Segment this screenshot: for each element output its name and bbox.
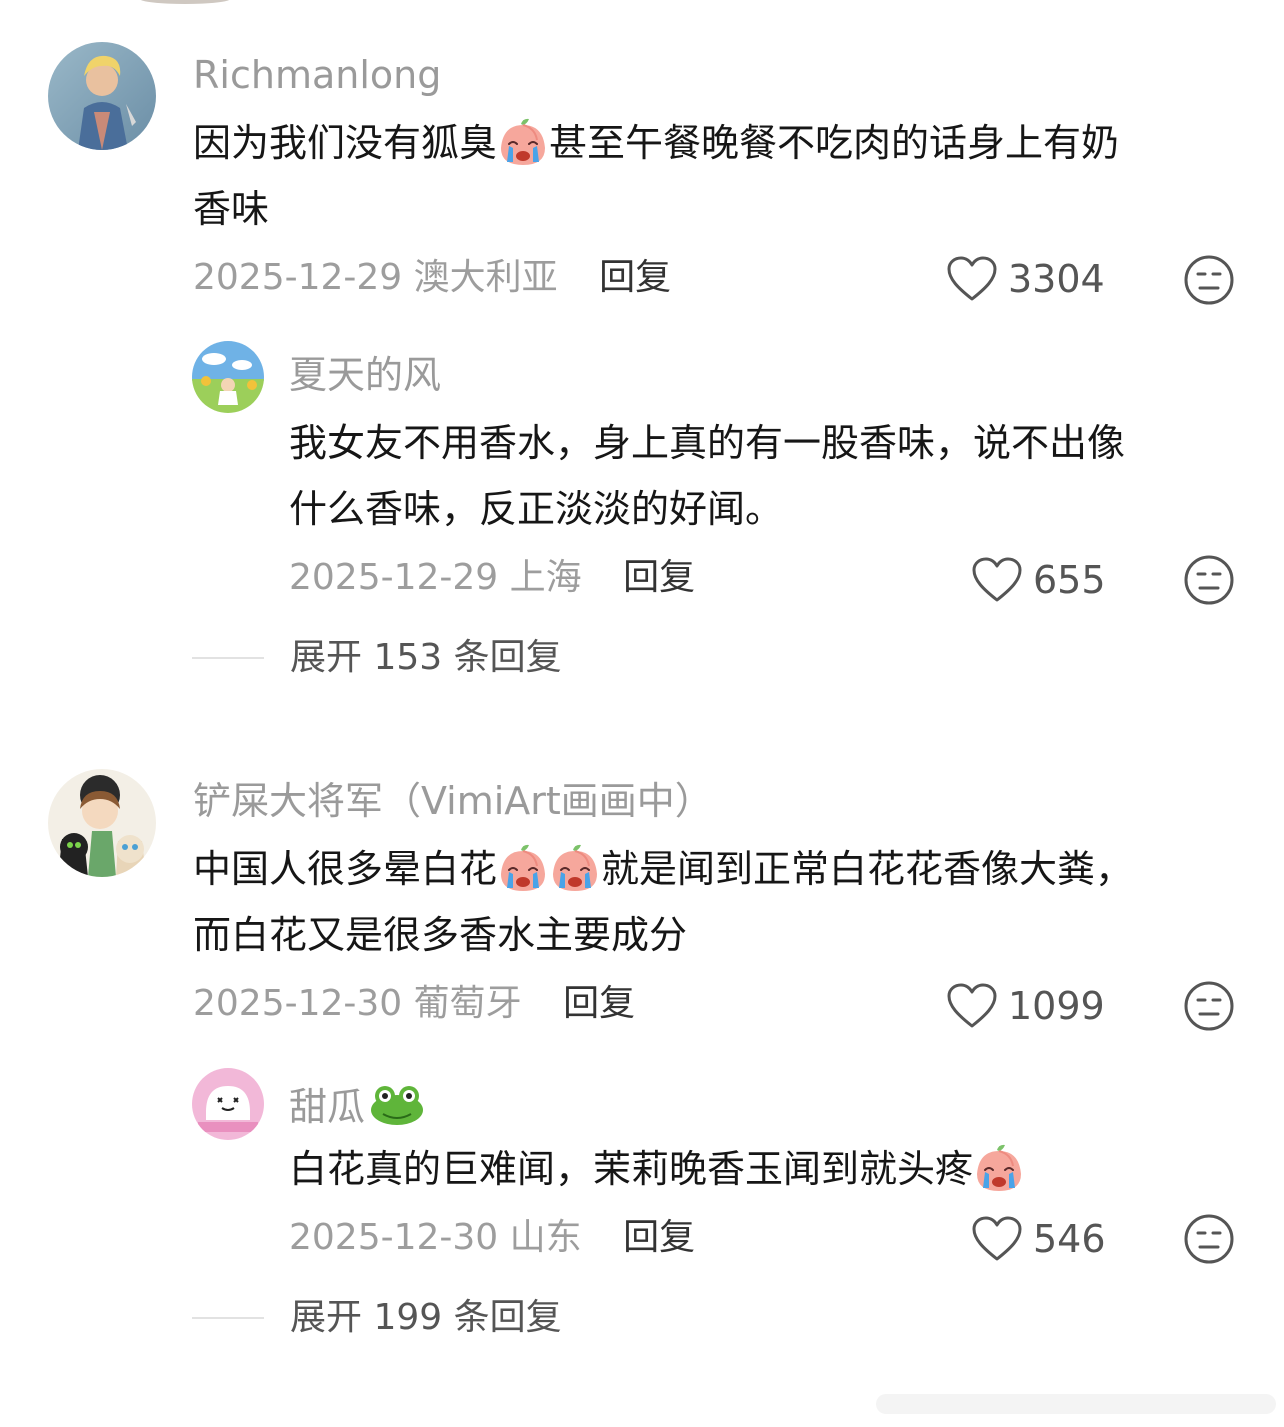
reply-button[interactable]: 回复 (623, 557, 695, 598)
like-button[interactable]: 546 (971, 1214, 1106, 1264)
crying-peach-emoji-icon (497, 116, 549, 168)
reply-location: 上海 (509, 557, 582, 598)
dislike-button[interactable] (1183, 254, 1235, 306)
frog-face-emoji-icon (369, 1082, 425, 1126)
unamused-face-icon (1183, 980, 1235, 1032)
like-button[interactable]: 655 (971, 555, 1106, 605)
dislike-button[interactable] (1183, 554, 1235, 606)
expand-replies-label: 展开 199 条回复 (290, 1297, 562, 1338)
reply-button[interactable]: 回复 (599, 257, 671, 298)
username[interactable]: 夏天的风 (289, 356, 441, 394)
divider-line (192, 657, 264, 659)
comment-meta: 2025-12-29 澳大利亚 回复 (193, 260, 671, 296)
reply-meta: 2025-12-29 上海 回复 (289, 560, 695, 596)
like-button[interactable]: 3304 (946, 254, 1105, 304)
unamused-face-icon (1183, 554, 1235, 606)
like-count: 3304 (1008, 257, 1105, 301)
dislike-button[interactable] (1183, 980, 1235, 1032)
crying-peach-emoji-icon (973, 1142, 1025, 1194)
comment-date: 2025-12-29 (193, 257, 403, 298)
dislike-button[interactable] (1183, 1213, 1235, 1265)
comment-meta: 2025-12-30 葡萄牙 回复 (193, 986, 635, 1022)
comment-date: 2025-12-30 (193, 983, 403, 1024)
like-button[interactable]: 1099 (946, 981, 1105, 1031)
comment-location: 澳大利亚 (413, 257, 558, 298)
unamused-face-icon (1183, 1213, 1235, 1265)
username[interactable]: 铲屎大将军（VimiArt画画中） (193, 782, 713, 820)
expand-replies-label: 展开 153 条回复 (290, 637, 562, 678)
unamused-face-icon (1183, 254, 1235, 306)
username[interactable]: Richmanlong (193, 56, 441, 94)
previous-avatar-edge (140, 0, 230, 4)
reply-date: 2025-12-30 (289, 1217, 499, 1258)
crying-peach-emoji-icon (497, 842, 549, 894)
reply-text: 我女友不用香水，身上真的有一股香味，说不出像 什么香味，反正淡淡的好闻。 (289, 421, 1126, 531)
comment-text: 因为我们没有狐臭 甚至午餐晚餐不吃肉的话身上有奶 香味 (193, 110, 1233, 242)
comment-location: 葡萄牙 (413, 983, 522, 1024)
avatar[interactable] (48, 42, 156, 150)
reply-text: 白花真的巨难闻，茉莉晚香玉闻到就头疼 (289, 1136, 1239, 1202)
reply-date: 2025-12-29 (289, 557, 499, 598)
comment-text: 中国人很多晕白花 就是闻到正常白花花香像大粪， 而白花又是很多香水主要成分 (193, 836, 1233, 968)
reply-button[interactable]: 回复 (623, 1217, 695, 1258)
avatar[interactable] (48, 769, 156, 877)
avatar[interactable] (192, 341, 264, 413)
like-count: 655 (1033, 558, 1106, 602)
like-count: 1099 (1008, 984, 1105, 1028)
expand-replies-button[interactable]: 展开 199 条回复 (192, 1298, 562, 1338)
divider-line (192, 1317, 264, 1319)
crying-peach-emoji-icon (549, 842, 601, 894)
reply-meta: 2025-12-30 山东 回复 (289, 1220, 695, 1256)
reply-button[interactable]: 回复 (563, 983, 635, 1024)
reply-location: 山东 (509, 1217, 582, 1258)
expand-replies-button[interactable]: 展开 153 条回复 (192, 638, 562, 678)
heart-icon (971, 556, 1023, 604)
username[interactable]: 甜瓜 (289, 1082, 425, 1126)
heart-icon (971, 1215, 1023, 1263)
heart-icon (946, 982, 998, 1030)
heart-icon (946, 255, 998, 303)
like-count: 546 (1033, 1217, 1106, 1261)
avatar[interactable] (192, 1068, 264, 1140)
watermark (876, 1394, 1276, 1414)
